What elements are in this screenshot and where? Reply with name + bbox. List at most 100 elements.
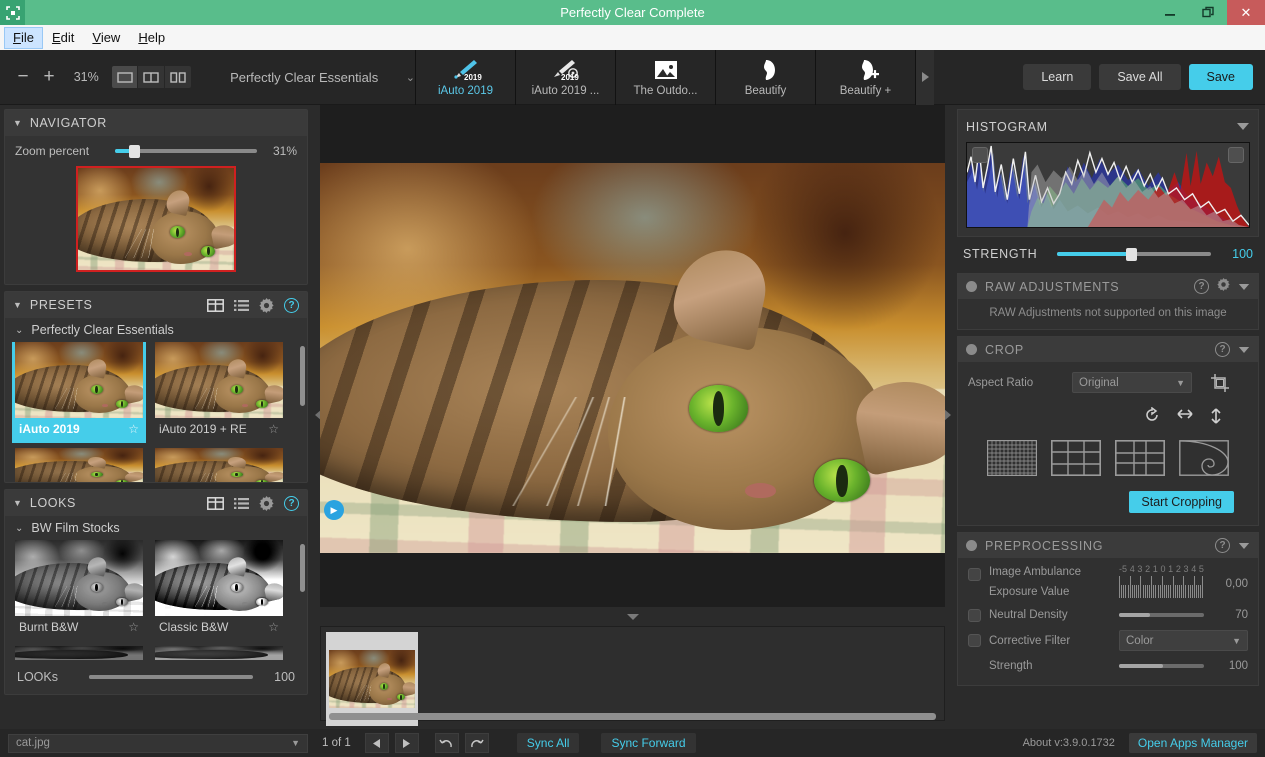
quick-preset-the-outdoors[interactable]: The Outdo... — [616, 49, 716, 105]
chevron-down-icon[interactable]: ⌄ — [15, 325, 23, 336]
power-dot-icon[interactable] — [966, 540, 977, 551]
single-view-icon[interactable] — [112, 66, 139, 88]
help-icon[interactable]: ? — [284, 495, 299, 511]
crop-header[interactable]: CROP ? — [958, 337, 1258, 362]
help-icon[interactable]: ? — [284, 297, 299, 313]
prev-image-button[interactable] — [364, 733, 389, 753]
presets-header[interactable]: ▼ PRESETS ? — [5, 292, 307, 318]
looks-strength-slider[interactable] — [89, 670, 253, 684]
zoom-in-button[interactable]: + — [36, 63, 62, 91]
star-icon[interactable]: ☆ — [268, 620, 279, 634]
looks-header[interactable]: ▼ LOOKS ? — [5, 490, 307, 516]
grid-view-icon[interactable] — [207, 496, 224, 510]
minimize-icon[interactable] — [1151, 0, 1189, 25]
help-icon[interactable]: ? — [1215, 538, 1230, 553]
filmstrip-scrollbar[interactable] — [329, 713, 936, 720]
triangle-down-icon[interactable] — [1238, 341, 1250, 359]
triangle-down-icon[interactable]: ▼ — [13, 300, 22, 310]
power-dot-icon[interactable] — [966, 344, 977, 355]
shadow-clip-icon[interactable] — [972, 147, 988, 163]
quick-preset-iauto-2019[interactable]: 2019 iAuto 2019 — [416, 49, 516, 105]
filmstrip-item[interactable] — [326, 632, 418, 726]
flip-vertical-icon[interactable] — [1210, 407, 1222, 430]
save-all-button[interactable]: Save All — [1099, 64, 1181, 90]
preprocessing-strength-slider[interactable] — [1119, 659, 1204, 673]
golden-spiral-icon[interactable] — [1179, 440, 1229, 481]
checkbox-icon[interactable] — [968, 634, 981, 647]
look-tile-burnt-bw[interactable]: Burnt B&W ☆ — [15, 540, 143, 638]
navigator-thumbnail[interactable] — [76, 166, 236, 272]
exposure-value-scale[interactable]: -5 4 3 2 1 0 1 2 3 4 5 — [1119, 564, 1204, 600]
preprocessing-header[interactable]: PREPROCESSING ? — [958, 533, 1258, 558]
neutral-density-slider[interactable] — [1119, 608, 1204, 622]
gear-icon[interactable] — [1217, 277, 1230, 296]
gear-icon[interactable] — [259, 297, 274, 313]
presets-group-row[interactable]: ⌄ Perfectly Clear Essentials — [5, 318, 307, 342]
triangle-down-icon[interactable] — [1238, 537, 1250, 555]
quick-preset-iauto-2019-re[interactable]: 2019 iAuto 2019 ... — [516, 49, 616, 105]
star-icon[interactable]: ☆ — [128, 620, 139, 634]
redo-icon[interactable] — [464, 733, 489, 753]
quick-preset-beautify-plus[interactable]: Beautify + — [816, 49, 916, 105]
zoom-out-button[interactable]: − — [10, 63, 36, 91]
next-image-button[interactable] — [394, 733, 419, 753]
checkbox-icon[interactable] — [968, 608, 981, 622]
start-cropping-button[interactable]: Start Cropping — [1129, 491, 1234, 513]
rotate-icon[interactable] — [1144, 406, 1160, 430]
menu-item-help[interactable]: Help — [129, 27, 174, 49]
look-tile-row2-a[interactable] — [15, 646, 143, 660]
main-image[interactable] — [320, 163, 945, 553]
preset-selector[interactable]: Perfectly Clear Essentials ⌄ — [211, 70, 415, 85]
preset-tile-iauto-2019-re[interactable]: iAuto 2019 + RE ☆ — [155, 342, 283, 440]
star-icon[interactable]: ☆ — [268, 422, 279, 436]
navigator-header[interactable]: ▼ NAVIGATOR — [5, 110, 307, 136]
triangle-down-icon[interactable] — [1236, 118, 1250, 136]
learn-button[interactable]: Learn — [1023, 64, 1092, 90]
presets-scrollbar[interactable] — [300, 346, 305, 406]
chevron-down-icon[interactable]: ⌄ — [15, 523, 23, 534]
corrective-filter-select[interactable]: Color ▼ — [1119, 630, 1248, 651]
triangle-down-icon[interactable]: ▼ — [13, 498, 22, 508]
open-apps-manager-button[interactable]: Open Apps Manager — [1128, 733, 1257, 753]
thirds-grid-icon[interactable] — [1051, 440, 1102, 481]
split-view-icon[interactable] — [138, 66, 165, 88]
restore-icon[interactable] — [1189, 0, 1227, 25]
sync-forward-button[interactable]: Sync Forward — [601, 733, 696, 753]
undo-icon[interactable] — [434, 733, 459, 753]
before-after-view-icon[interactable] — [164, 66, 191, 88]
checkbox-icon[interactable] — [968, 568, 981, 581]
flip-horizontal-icon[interactable] — [1176, 407, 1194, 430]
power-dot-icon[interactable] — [966, 281, 977, 292]
preset-tile-row2-b[interactable] — [155, 448, 283, 482]
triangle-down-icon[interactable] — [1238, 278, 1250, 296]
file-select[interactable]: cat.jpg ▼ — [8, 733, 308, 753]
fine-grid-icon[interactable] — [987, 440, 1037, 481]
look-tile-row2-b[interactable] — [155, 646, 283, 660]
image-viewport[interactable]: ▶ — [320, 105, 945, 607]
highlight-clip-icon[interactable] — [1228, 147, 1244, 163]
triangle-down-icon[interactable]: ▼ — [13, 118, 22, 128]
preset-tile-iauto-2019[interactable]: iAuto 2019 ☆ — [12, 342, 146, 443]
aspect-ratio-select[interactable]: Original ▼ — [1072, 372, 1192, 393]
golden-grid-icon[interactable] — [1115, 440, 1166, 481]
play-icon[interactable]: ▶ — [324, 500, 344, 520]
raw-adjustments-header[interactable]: RAW ADJUSTMENTS ? — [958, 274, 1258, 299]
help-icon[interactable]: ? — [1194, 279, 1209, 294]
gear-icon[interactable] — [259, 495, 274, 511]
menu-item-file[interactable]: File — [4, 26, 43, 49]
sync-all-button[interactable]: Sync All — [516, 733, 580, 753]
menu-item-edit[interactable]: Edit — [43, 27, 83, 49]
grid-view-icon[interactable] — [207, 298, 224, 312]
chevron-right-icon[interactable] — [916, 49, 934, 105]
about-version[interactable]: About v:3.9.0.1732 — [1023, 737, 1115, 749]
preset-tile-row2-a[interactable] — [15, 448, 143, 482]
looks-group-row[interactable]: ⌄ BW Film Stocks — [5, 516, 307, 540]
look-tile-classic-bw[interactable]: Classic B&W ☆ — [155, 540, 283, 638]
help-icon[interactable]: ? — [1215, 342, 1230, 357]
crop-icon[interactable] — [1210, 373, 1230, 393]
triangle-down-icon[interactable] — [626, 608, 640, 626]
save-button[interactable]: Save — [1188, 64, 1253, 90]
list-view-icon[interactable] — [234, 497, 249, 510]
list-view-icon[interactable] — [234, 299, 249, 312]
looks-scrollbar[interactable] — [300, 544, 305, 592]
